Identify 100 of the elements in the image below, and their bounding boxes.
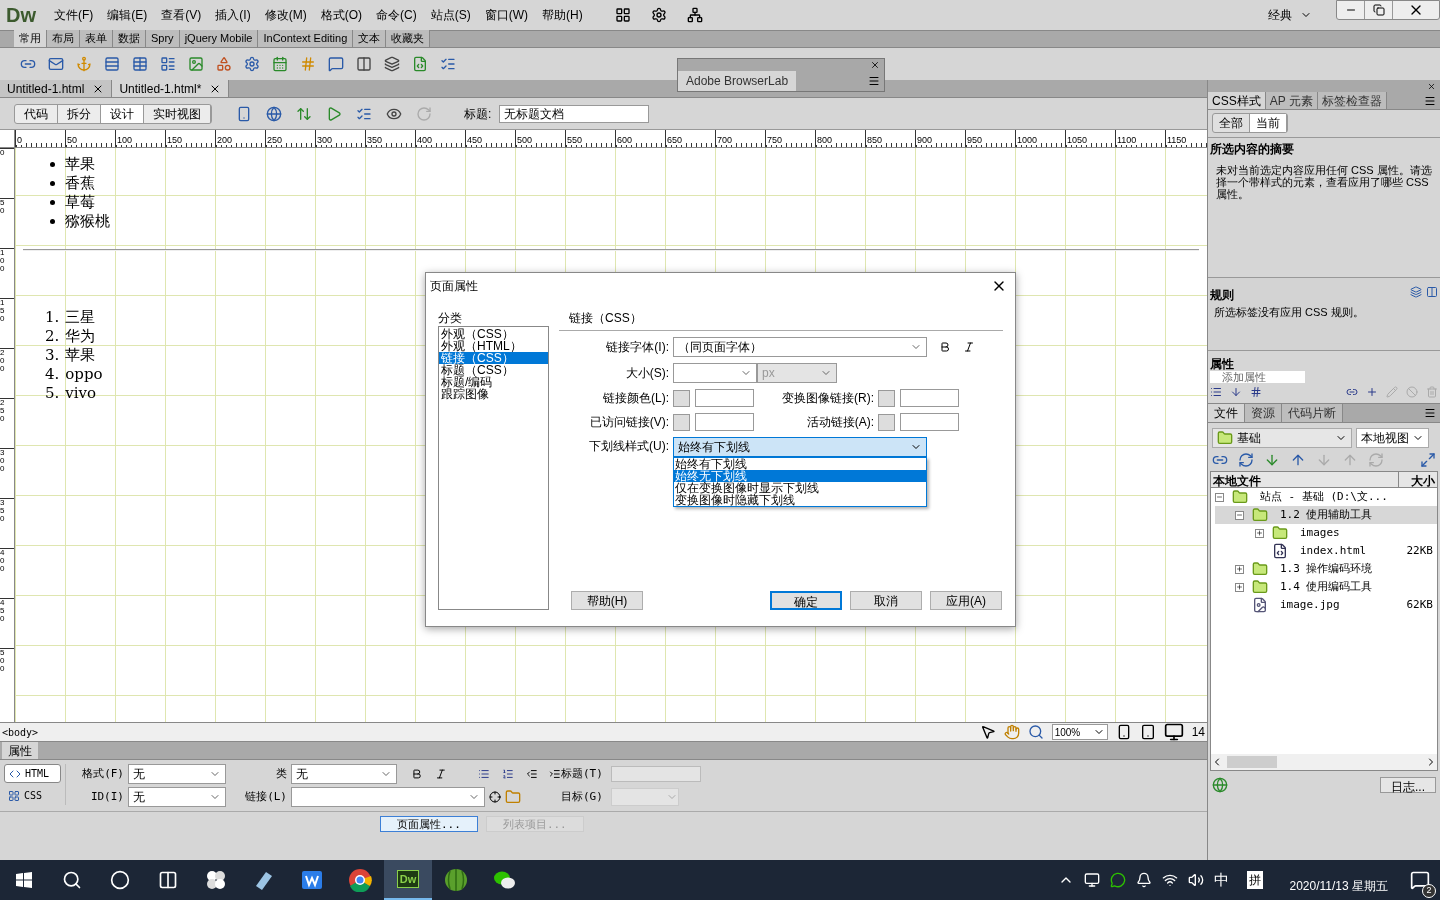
category-item[interactable]: 标题/编码 — [439, 376, 548, 388]
multiscreen-icon[interactable] — [236, 105, 252, 122]
dropdown-option[interactable]: 始终有下划线 — [674, 458, 926, 470]
color-field[interactable] — [695, 389, 754, 407]
tree-row[interactable]: 站点 - 基础 (D:\文... — [1215, 488, 1437, 506]
menu-icon[interactable] — [868, 75, 880, 87]
point-to-file-icon[interactable] — [489, 791, 501, 803]
menu-item[interactable]: 查看(V) — [161, 6, 202, 24]
view-button[interactable]: 代码 — [15, 104, 58, 123]
panel-tab[interactable]: 标签检查器 — [1317, 92, 1387, 109]
color-swatch[interactable] — [673, 389, 690, 407]
taskbar-app[interactable]: Dw — [384, 860, 432, 900]
expand-toggle[interactable] — [1235, 564, 1244, 574]
menu-icon[interactable] — [1424, 94, 1436, 107]
menu-item[interactable]: 修改(M) — [264, 6, 307, 24]
color-field[interactable] — [900, 389, 959, 407]
attach-icon[interactable] — [1346, 386, 1358, 398]
play-icon[interactable] — [326, 105, 342, 122]
collapse-toggle[interactable] — [1215, 492, 1224, 502]
insert-tab[interactable]: 数据 — [113, 30, 146, 47]
panel-tab[interactable]: CSS样式 — [1208, 92, 1266, 109]
insert-tab[interactable]: Spry — [146, 30, 180, 47]
comment-icon[interactable] — [328, 56, 344, 72]
pointer-icon[interactable] — [979, 724, 996, 740]
menu-item[interactable]: 窗口(W) — [484, 6, 528, 24]
set-properties-icon[interactable] — [1250, 386, 1262, 398]
list-view-icon[interactable] — [1210, 386, 1222, 398]
menu-icon[interactable] — [1424, 407, 1436, 419]
class-select[interactable]: 无 — [291, 764, 397, 784]
column-header[interactable]: 大小 — [1399, 472, 1437, 487]
bullet-list-icon[interactable] — [478, 768, 490, 780]
document-tab[interactable]: Untitled-1.html* — [112, 80, 230, 97]
menu-item[interactable]: 命令(C) — [376, 6, 417, 24]
tree-row[interactable]: 1.2 使用辅助工具 — [1215, 506, 1437, 524]
dialog-button[interactable]: 帮助(H) — [571, 591, 643, 610]
title-field[interactable]: 无标题文档 — [499, 104, 650, 123]
indent-icon[interactable] — [549, 768, 561, 780]
site-map-icon[interactable] — [686, 7, 703, 23]
gear-icon[interactable] — [244, 56, 260, 72]
id-select[interactable]: 无 — [128, 787, 226, 807]
workspace-switcher[interactable]: 经典 — [1268, 6, 1312, 24]
expand-toggle[interactable] — [1235, 582, 1244, 592]
check-in-icon[interactable] — [1342, 452, 1358, 468]
settings-icon[interactable] — [650, 7, 667, 23]
get-files-icon[interactable] — [1264, 452, 1280, 468]
chat-tray-icon[interactable] — [1110, 872, 1127, 888]
category-item[interactable]: 标题（CSS） — [439, 364, 548, 376]
bold-icon[interactable] — [939, 341, 951, 353]
underline-select[interactable]: 始终有下划线 — [673, 437, 927, 457]
search-icon[interactable] — [62, 870, 82, 890]
calendar-icon[interactable] — [272, 56, 288, 72]
document-tab[interactable]: Untitled-1.html — [0, 80, 113, 97]
dialog-button[interactable]: 应用(A) — [930, 591, 1002, 610]
mode-button[interactable]: HTML — [4, 764, 61, 783]
tree-row[interactable]: 1.4 使用编码工具 — [1215, 578, 1437, 596]
assistant-icon[interactable] — [110, 870, 130, 890]
refresh-icon[interactable] — [1238, 452, 1254, 468]
hand-icon[interactable] — [1003, 724, 1020, 740]
view-button[interactable]: 设计 — [101, 104, 144, 123]
layers-icon[interactable] — [384, 56, 400, 72]
close-icon[interactable] — [1427, 81, 1436, 91]
log-button[interactable]: 日志... — [1380, 777, 1436, 793]
frame-icon[interactable] — [160, 56, 176, 72]
properties-button[interactable]: 页面属性... — [380, 816, 478, 832]
mail-icon[interactable] — [48, 56, 64, 72]
color-field[interactable] — [695, 413, 754, 431]
image-icon[interactable] — [188, 56, 204, 72]
color-swatch[interactable] — [878, 413, 895, 431]
put-files-icon[interactable] — [1290, 452, 1306, 468]
scrollbar[interactable] — [1211, 754, 1437, 770]
color-field[interactable] — [900, 413, 959, 431]
template-icon[interactable] — [412, 56, 428, 72]
dialog-button[interactable]: 确定 — [770, 591, 842, 610]
layout-icon[interactable] — [614, 7, 631, 23]
check-out-icon[interactable] — [1316, 452, 1332, 468]
add-property-link[interactable]: 添加属性 — [1210, 371, 1305, 383]
insert-tab[interactable]: 布局 — [47, 30, 80, 47]
tree-row[interactable]: index.html 22KB — [1215, 542, 1437, 560]
cascade-icon[interactable] — [1410, 286, 1422, 298]
expand-toggle[interactable] — [1255, 528, 1264, 538]
tree-row[interactable]: image.jpg 62KB — [1215, 596, 1437, 614]
menu-item[interactable]: 编辑(E) — [107, 6, 148, 24]
start-icon[interactable] — [16, 872, 32, 888]
view-select[interactable]: 本地视图 — [1356, 428, 1429, 448]
menu-item[interactable]: 帮助(H) — [542, 6, 583, 24]
scroll-thumb[interactable] — [1227, 756, 1277, 768]
site-select[interactable]: 基础 — [1212, 428, 1352, 448]
category-item[interactable]: 外观（CSS） — [439, 328, 548, 340]
expand-icon[interactable] — [1420, 452, 1436, 468]
task-view-icon[interactable] — [158, 870, 178, 890]
insert-tab[interactable]: 常用 — [14, 30, 47, 47]
tag-selector[interactable]: <body> — [0, 724, 39, 740]
mode-button[interactable]: CSS — [4, 786, 61, 805]
clock-date[interactable]: 2020/11/13 星期五 — [1289, 877, 1388, 895]
insert-tab[interactable]: 文本 — [353, 30, 387, 47]
collapse-toggle[interactable] — [1235, 510, 1244, 520]
globe-icon[interactable] — [266, 105, 282, 122]
close-icon[interactable] — [870, 60, 880, 70]
column-header[interactable]: 本地文件 — [1211, 472, 1399, 487]
dialog-button[interactable]: 取消 — [850, 591, 922, 610]
